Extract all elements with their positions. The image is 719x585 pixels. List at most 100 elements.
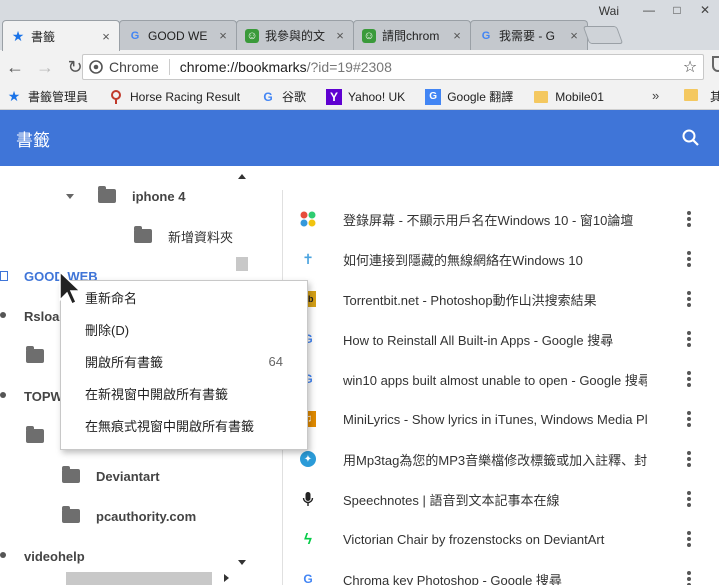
sidebar-folder-pcauthority[interactable]: pcauthority.com xyxy=(62,496,196,536)
shield-icon[interactable] xyxy=(712,56,719,72)
menu-item-open-all[interactable]: 開啟所有書籤 64 xyxy=(61,345,307,377)
bookmark-title: Speechnotes | 語音到文本記事本在線 xyxy=(343,492,560,508)
folder-outline-icon xyxy=(0,271,8,281)
close-icon[interactable]: × xyxy=(216,28,230,43)
new-tab-button[interactable] xyxy=(582,26,624,44)
minimize-button[interactable]: — xyxy=(635,0,663,20)
list-item[interactable]: G win10 apps built almost unable to open… xyxy=(300,359,719,399)
close-icon[interactable]: × xyxy=(450,28,464,43)
folder-icon xyxy=(62,466,80,483)
bookmarks-overflow-button[interactable]: » xyxy=(652,88,659,103)
list-item[interactable]: 登錄屏幕 - 不顯示用戶名在Windows 10 - 窗10論壇 xyxy=(300,199,719,239)
scroll-right-arrow[interactable] xyxy=(224,574,229,582)
sidebar-folder-topw[interactable]: TOPW xyxy=(24,376,63,416)
google-icon: G xyxy=(481,29,491,42)
bookmark-star-button[interactable]: ☆ xyxy=(677,57,703,77)
bookmark-mobile01[interactable]: Mobile01 xyxy=(527,89,604,105)
more-options-button[interactable] xyxy=(687,451,691,467)
list-item[interactable]: G Chroma key Photoshop - Google 搜尋 xyxy=(300,559,719,585)
yahoo-icon: Y xyxy=(326,88,343,105)
more-options-button[interactable] xyxy=(687,251,691,267)
more-options-button[interactable] xyxy=(687,371,691,387)
google-icon: G xyxy=(303,572,313,585)
close-icon[interactable]: × xyxy=(99,29,113,44)
tab-forum-2[interactable]: ☺ 請問chrom × xyxy=(353,20,471,50)
more-options-button[interactable] xyxy=(687,531,691,547)
sidebar-scrollbar-thumb[interactable] xyxy=(236,257,248,271)
close-icon[interactable]: × xyxy=(333,28,347,43)
sidebar-scroll-up-arrow[interactable] xyxy=(238,174,246,179)
tab-google-search[interactable]: G 我需要 - G × xyxy=(470,20,588,50)
more-options-button[interactable] xyxy=(687,411,691,427)
bookmark-google-translate[interactable]: G Google 翻譯 xyxy=(419,88,513,105)
list-item[interactable]: ♫ MiniLyrics - Show lyrics in iTunes, Wi… xyxy=(300,399,719,439)
more-options-button[interactable] xyxy=(687,571,691,585)
sidebar-folder-new-folder[interactable]: 新增資料夾 xyxy=(134,216,233,256)
back-button[interactable]: ← xyxy=(0,53,30,81)
maximize-button[interactable]: □ xyxy=(663,0,691,20)
tab-bookmarks[interactable]: ★ 書籤 × xyxy=(2,20,120,51)
tab-strip: Wai — □ ✕ ★ 書籤 × G GOOD WE × ☺ 我參與的文 × ☺… xyxy=(0,0,719,51)
window-owner-label: Wai xyxy=(598,4,619,18)
bullet-icon xyxy=(0,392,6,398)
tab-good-web[interactable]: G GOOD WE × xyxy=(119,20,237,50)
tab-forum-1[interactable]: ☺ 我參與的文 × xyxy=(236,20,354,50)
arrow-right-icon: → xyxy=(36,56,54,77)
cross-icon: ✝ xyxy=(302,250,314,267)
list-item[interactable]: ✦ 用Mp3tag為您的MP3音樂檔修改標籤或加入註釋、封面 xyxy=(300,439,719,479)
sidebar-scroll-down-arrow[interactable] xyxy=(238,560,246,565)
sidebar-folder-deviantart[interactable]: Deviantart xyxy=(62,456,160,496)
folder-icon xyxy=(134,226,152,243)
bookmark-count: 64 xyxy=(268,353,283,369)
search-button[interactable] xyxy=(681,128,701,148)
bookmark-horse-racing[interactable]: Horse Racing Results xyxy=(102,89,240,105)
folder-icon xyxy=(26,346,44,363)
menu-item-open-all-new-window[interactable]: 在新視窗中開啟所有書籤 xyxy=(61,377,307,409)
url-text[interactable]: chrome://bookmarks/?id=19#2308 xyxy=(180,59,677,75)
list-item[interactable]: ✝ 如何連接到隱藏的無線網絡在Windows 10 xyxy=(300,239,719,279)
translate-icon: G xyxy=(425,88,442,105)
bullet-icon xyxy=(0,552,6,558)
list-item[interactable]: ϟ Victorian Chair by frozenstocks on Dev… xyxy=(300,519,719,559)
more-options-button[interactable] xyxy=(687,291,691,307)
bookmarks-bar: ★ 書籤管理員 Horse Racing Results G 谷歌 Y Yaho… xyxy=(0,84,719,110)
list-item[interactable]: G How to Reinstall All Built-in Apps - G… xyxy=(300,319,719,359)
sidebar-folder-collapsed[interactable] xyxy=(26,336,60,376)
tab-label: 我需要 - G xyxy=(499,29,555,43)
more-options-button[interactable] xyxy=(687,491,691,507)
maximize-icon: □ xyxy=(673,3,681,17)
pin-icon xyxy=(108,89,124,105)
address-bar[interactable]: Chrome chrome://bookmarks/?id=19#2308 ☆ xyxy=(82,54,704,80)
menu-item-rename[interactable]: 重新命名 xyxy=(61,281,307,313)
bookmark-google[interactable]: G 谷歌 xyxy=(254,88,306,105)
close-icon[interactable]: × xyxy=(567,28,581,43)
bookmark-title: 登錄屏幕 - 不顯示用戶名在Windows 10 - 窗10論壇 xyxy=(343,212,634,228)
tab-label: 請問chrom xyxy=(382,29,440,43)
star-icon: ★ xyxy=(11,27,25,44)
list-item[interactable]: Speechnotes | 語音到文本記事本在線 xyxy=(300,479,719,519)
tab-label: 書籤 xyxy=(31,29,56,44)
bookmark-bookmark-manager[interactable]: ★ 書籤管理員 xyxy=(0,88,88,105)
forward-button[interactable]: → xyxy=(30,53,60,81)
menu-item-open-all-incognito[interactable]: 在無痕式視窗中開啟所有書籤 xyxy=(61,409,307,441)
other-bookmarks-label[interactable]: 其 xyxy=(710,88,719,105)
menu-item-delete[interactable]: 刪除(D) xyxy=(61,313,307,345)
expand-arrow-icon[interactable] xyxy=(66,193,74,199)
folder-icon[interactable] xyxy=(684,89,698,101)
forum-icon: ☺ xyxy=(362,28,376,43)
more-options-button[interactable] xyxy=(687,211,691,227)
sidebar-folder-collapsed-2[interactable] xyxy=(0,416,60,456)
more-options-button[interactable] xyxy=(687,331,691,347)
minimize-icon: — xyxy=(643,3,655,17)
origin-chip: Chrome xyxy=(109,59,170,75)
list-item[interactable]: Tb Torrentbit.net - Photoshop動作山洪搜索結果 xyxy=(300,279,719,319)
bookmark-yahoo[interactable]: Y Yahoo! UK xyxy=(320,88,405,105)
bullet-icon xyxy=(0,312,6,318)
sidebar-folder-iphone-4[interactable]: iphone 4 xyxy=(66,176,185,216)
mouse-cursor-icon xyxy=(59,270,82,306)
close-window-button[interactable]: ✕ xyxy=(691,0,719,20)
sidebar-folder-videohelp[interactable]: videohelp xyxy=(24,536,85,576)
sidebar-horizontal-scrollbar[interactable] xyxy=(66,572,212,585)
toolbar: ← → ↻ Chrome chrome://bookmarks/?id=19#2… xyxy=(0,50,719,84)
bookmark-title: MiniLyrics - Show lyrics in iTunes, Wind… xyxy=(343,411,647,427)
